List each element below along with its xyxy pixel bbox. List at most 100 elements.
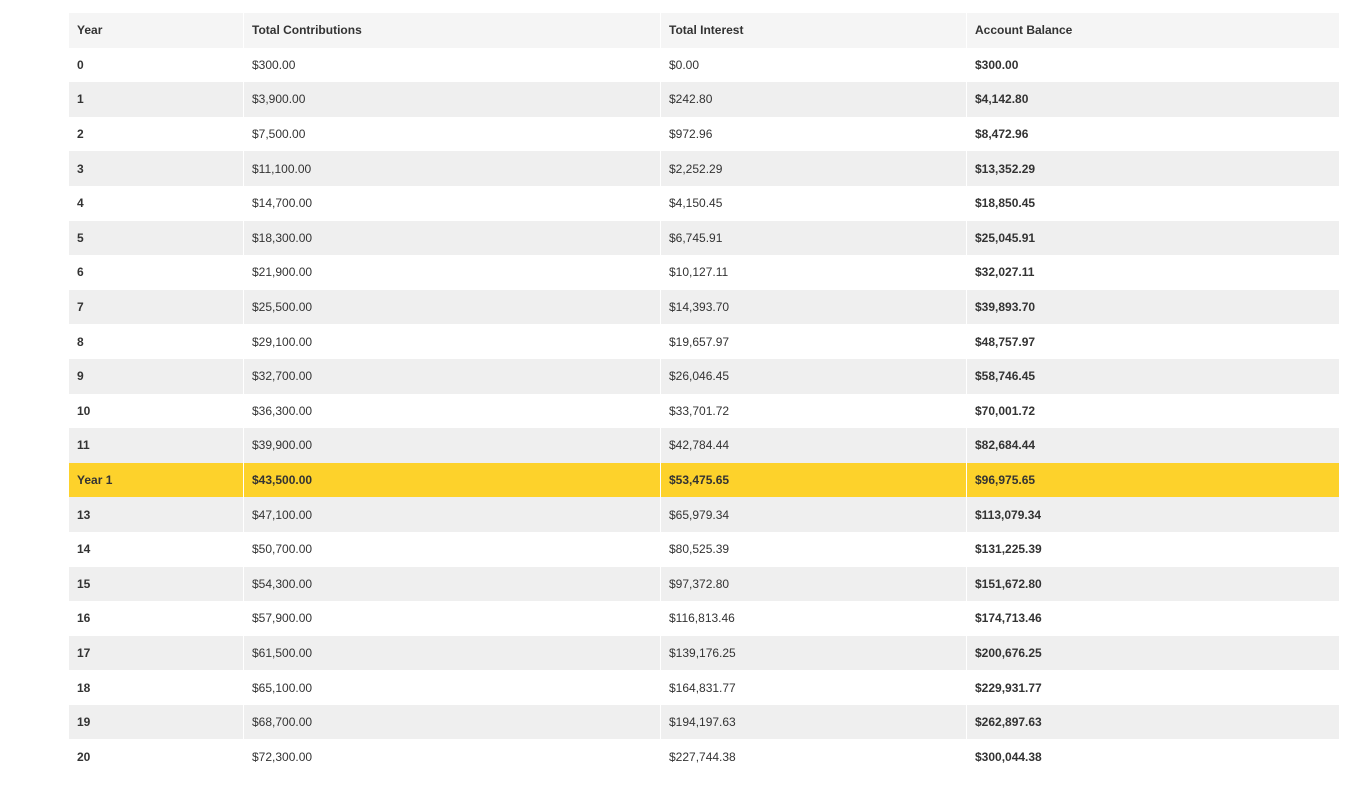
table-row: 15 $54,300.00 $97,372.80 $151,672.80 xyxy=(69,566,1339,602)
table-header-row: Year Total Contributions Total Interest … xyxy=(69,13,1339,48)
year-cell: 14 xyxy=(69,531,243,567)
column-header-year[interactable]: Year xyxy=(69,13,243,48)
year-cell: 5 xyxy=(69,220,243,256)
year-cell: 9 xyxy=(69,358,243,394)
total-contributions-cell: $39,900.00 xyxy=(243,428,660,463)
table-row: 9 $32,700.00 $26,046.45 $58,746.45 xyxy=(69,358,1339,394)
year-cell: 15 xyxy=(69,566,243,602)
total-contributions-cell: $65,100.00 xyxy=(243,670,660,705)
account-balance-cell: $113,079.34 xyxy=(966,497,1339,532)
account-balance-cell: $18,850.45 xyxy=(966,185,1339,221)
total-interest-cell: $4,150.45 xyxy=(660,185,966,221)
total-interest-cell: $242.80 xyxy=(660,82,966,117)
total-contributions-cell: $29,100.00 xyxy=(243,324,660,359)
account-balance-cell: $82,684.44 xyxy=(966,428,1339,463)
growth-table-container: Year Total Contributions Total Interest … xyxy=(69,13,1339,775)
total-interest-cell: $10,127.11 xyxy=(660,255,966,290)
year-cell: 8 xyxy=(69,324,243,359)
year-cell: 20 xyxy=(69,739,243,775)
table-body: 0 $300.00 $0.00 $300.00 1 $3,900.00 $242.80 $4,… xyxy=(69,47,1339,775)
table-row: 20 $72,300.00 $227,744.38 $300,044.38 xyxy=(69,739,1339,775)
account-balance-cell: $39,893.70 xyxy=(966,289,1339,325)
total-contributions-cell: $7,500.00 xyxy=(243,116,660,152)
year-cell: 16 xyxy=(69,601,243,636)
account-balance-cell: $174,713.46 xyxy=(966,601,1339,636)
total-interest-cell: $0.00 xyxy=(660,47,966,83)
total-interest-cell: $139,176.25 xyxy=(660,635,966,671)
total-contributions-cell: $43,500.00 xyxy=(243,462,660,498)
total-interest-cell: $33,701.72 xyxy=(660,393,966,429)
account-balance-cell: $48,757.97 xyxy=(966,324,1339,359)
total-interest-cell: $6,745.91 xyxy=(660,220,966,256)
total-contributions-cell: $68,700.00 xyxy=(243,704,660,740)
table-row: 19 $68,700.00 $194,197.63 $262,897.63 xyxy=(69,704,1339,740)
total-interest-cell: $194,197.63 xyxy=(660,704,966,740)
total-interest-cell: $116,813.46 xyxy=(660,601,966,636)
year-cell: 6 xyxy=(69,255,243,290)
total-contributions-cell: $72,300.00 xyxy=(243,739,660,775)
table-row: 1 $3,900.00 $242.80 $4,142.80 xyxy=(69,82,1339,117)
year-cell: 2 xyxy=(69,116,243,152)
table-row: 16 $57,900.00 $116,813.46 $174,713.46 xyxy=(69,601,1339,636)
total-interest-cell: $2,252.29 xyxy=(660,151,966,186)
table-row: 11 $39,900.00 $42,784.44 $82,684.44 xyxy=(69,428,1339,463)
account-balance-cell: $58,746.45 xyxy=(966,358,1339,394)
year-cell: 11 xyxy=(69,428,243,463)
year-cell: 0 xyxy=(69,47,243,83)
total-contributions-cell: $50,700.00 xyxy=(243,531,660,567)
total-contributions-cell: $25,500.00 xyxy=(243,289,660,325)
total-interest-cell: $227,744.38 xyxy=(660,739,966,775)
year-cell: 19 xyxy=(69,704,243,740)
total-contributions-cell: $300.00 xyxy=(243,47,660,83)
total-interest-cell: $26,046.45 xyxy=(660,358,966,394)
account-balance-cell: $25,045.91 xyxy=(966,220,1339,256)
growth-table: Year Total Contributions Total Interest … xyxy=(69,13,1339,775)
table-row: 18 $65,100.00 $164,831.77 $229,931.77 xyxy=(69,670,1339,705)
total-interest-cell: $14,393.70 xyxy=(660,289,966,325)
table-row: 3 $11,100.00 $2,252.29 $13,352.29 xyxy=(69,151,1339,186)
year-cell: 13 xyxy=(69,497,243,532)
table-row: 6 $21,900.00 $10,127.11 $32,027.11 xyxy=(69,255,1339,290)
total-contributions-cell: $18,300.00 xyxy=(243,220,660,256)
column-header-account-balance[interactable]: Account Balance xyxy=(966,13,1339,48)
account-balance-cell: $262,897.63 xyxy=(966,704,1339,740)
year-cell: 1 xyxy=(69,82,243,117)
total-contributions-cell: $14,700.00 xyxy=(243,185,660,221)
account-balance-cell: $96,975.65 xyxy=(966,462,1339,498)
account-balance-cell: $300.00 xyxy=(966,47,1339,83)
account-balance-cell: $200,676.25 xyxy=(966,635,1339,671)
table-row: 4 $14,700.00 $4,150.45 $18,850.45 xyxy=(69,185,1339,221)
table-row: 17 $61,500.00 $139,176.25 $200,676.25 xyxy=(69,635,1339,671)
table-row: 5 $18,300.00 $6,745.91 $25,045.91 xyxy=(69,220,1339,256)
table-row: 14 $50,700.00 $80,525.39 $131,225.39 xyxy=(69,531,1339,567)
total-interest-cell: $19,657.97 xyxy=(660,324,966,359)
account-balance-cell: $70,001.72 xyxy=(966,393,1339,429)
total-interest-cell: $972.96 xyxy=(660,116,966,152)
table-row: 2 $7,500.00 $972.96 $8,472.96 xyxy=(69,116,1339,152)
table-row-highlighted: Year 1 $43,500.00 $53,475.65 $96,975.65 xyxy=(69,462,1339,498)
year-cell: 17 xyxy=(69,635,243,671)
total-contributions-cell: $21,900.00 xyxy=(243,255,660,290)
account-balance-cell: $4,142.80 xyxy=(966,82,1339,117)
total-contributions-cell: $54,300.00 xyxy=(243,566,660,602)
table-row: 10 $36,300.00 $33,701.72 $70,001.72 xyxy=(69,393,1339,429)
total-interest-cell: $53,475.65 xyxy=(660,462,966,498)
account-balance-cell: $229,931.77 xyxy=(966,670,1339,705)
total-interest-cell: $42,784.44 xyxy=(660,428,966,463)
total-contributions-cell: $32,700.00 xyxy=(243,358,660,394)
total-contributions-cell: $61,500.00 xyxy=(243,635,660,671)
year-cell: 18 xyxy=(69,670,243,705)
year-cell: 10 xyxy=(69,393,243,429)
column-header-total-interest[interactable]: Total Interest xyxy=(660,13,966,48)
account-balance-cell: $131,225.39 xyxy=(966,531,1339,567)
table-row: 13 $47,100.00 $65,979.34 $113,079.34 xyxy=(69,497,1339,532)
account-balance-cell: $8,472.96 xyxy=(966,116,1339,152)
total-contributions-cell: $57,900.00 xyxy=(243,601,660,636)
table-row: 0 $300.00 $0.00 $300.00 xyxy=(69,47,1339,83)
column-header-total-contributions[interactable]: Total Contributions xyxy=(243,13,660,48)
total-contributions-cell: $36,300.00 xyxy=(243,393,660,429)
account-balance-cell: $151,672.80 xyxy=(966,566,1339,602)
year-cell: Year 1 xyxy=(69,462,243,498)
table-row: 7 $25,500.00 $14,393.70 $39,893.70 xyxy=(69,289,1339,325)
year-cell: 3 xyxy=(69,151,243,186)
